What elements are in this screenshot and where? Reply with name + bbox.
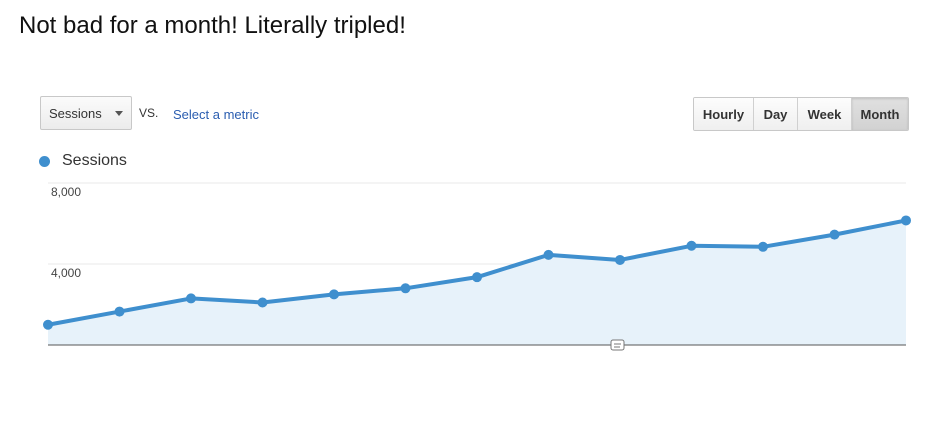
- data-point[interactable]: [901, 215, 911, 226]
- sessions-line-chart: 8,000 4,000: [43, 182, 911, 351]
- data-point[interactable]: [615, 254, 625, 265]
- data-point[interactable]: [686, 240, 697, 251]
- data-point[interactable]: [186, 293, 196, 304]
- data-point[interactable]: [543, 249, 554, 260]
- annotation-icon[interactable]: [610, 339, 625, 351]
- y-tick-label: 8,000: [51, 185, 81, 199]
- data-point[interactable]: [829, 229, 840, 240]
- series-area: [48, 220, 906, 345]
- data-point[interactable]: [758, 241, 768, 252]
- data-point[interactable]: [43, 319, 53, 330]
- y-tick-label: 4,000: [51, 266, 81, 280]
- data-point[interactable]: [114, 306, 125, 317]
- data-point[interactable]: [329, 289, 339, 300]
- data-point[interactable]: [400, 283, 411, 294]
- data-point[interactable]: [257, 297, 268, 308]
- data-point[interactable]: [472, 272, 482, 283]
